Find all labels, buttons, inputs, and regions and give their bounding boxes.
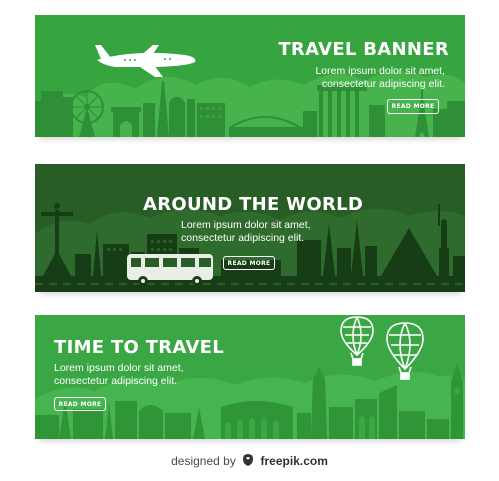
- banner-time-to-travel: TIME TO TRAVEL Lorem ipsum dolor sit ame…: [35, 315, 465, 439]
- attribution-prefix: designed by: [171, 454, 236, 468]
- banner-description: Lorem ipsum dolor sit amet, consectetur …: [315, 65, 445, 91]
- freepik-logo-icon: [243, 454, 254, 466]
- hot-air-balloon-icon: [340, 316, 374, 366]
- attribution-brand[interactable]: freepik.com: [261, 454, 328, 468]
- banner-description: Lorem ipsum dolor sit amet, consectetur …: [54, 362, 184, 388]
- banner-title: TRAVEL BANNER: [278, 39, 449, 60]
- banner-title: TIME TO TRAVEL: [54, 337, 225, 358]
- banner-description-line: Lorem ipsum dolor sit amet,: [54, 362, 184, 374]
- banner-description-line: Lorem ipsum dolor sit amet,: [181, 219, 311, 231]
- hot-air-balloon-icon: [386, 322, 424, 380]
- colosseum-icon: [221, 401, 293, 439]
- banner-travel: TRAVEL BANNER Lorem ipsum dolor sit amet…: [35, 15, 465, 137]
- read-more-button[interactable]: READ MORE: [387, 99, 439, 114]
- banner-description-line: Lorem ipsum dolor sit amet,: [315, 65, 445, 77]
- banner-description-line: consectetur adipiscing elit.: [321, 78, 445, 90]
- banner-description-line: consectetur adipiscing elit.: [54, 375, 178, 387]
- banner-description: Lorem ipsum dolor sit amet, consectetur …: [181, 219, 311, 245]
- attribution: designed by freepik.com: [0, 453, 499, 468]
- banner-around-the-world: AROUND THE WORLD Lorem ipsum dolor sit a…: [35, 164, 465, 292]
- read-more-button[interactable]: READ MORE: [223, 256, 275, 270]
- banner-description-line: consectetur adipiscing elit.: [181, 232, 305, 244]
- banner-title: AROUND THE WORLD: [143, 194, 364, 215]
- airplane-icon: [95, 45, 196, 77]
- read-more-button[interactable]: READ MORE: [54, 397, 106, 411]
